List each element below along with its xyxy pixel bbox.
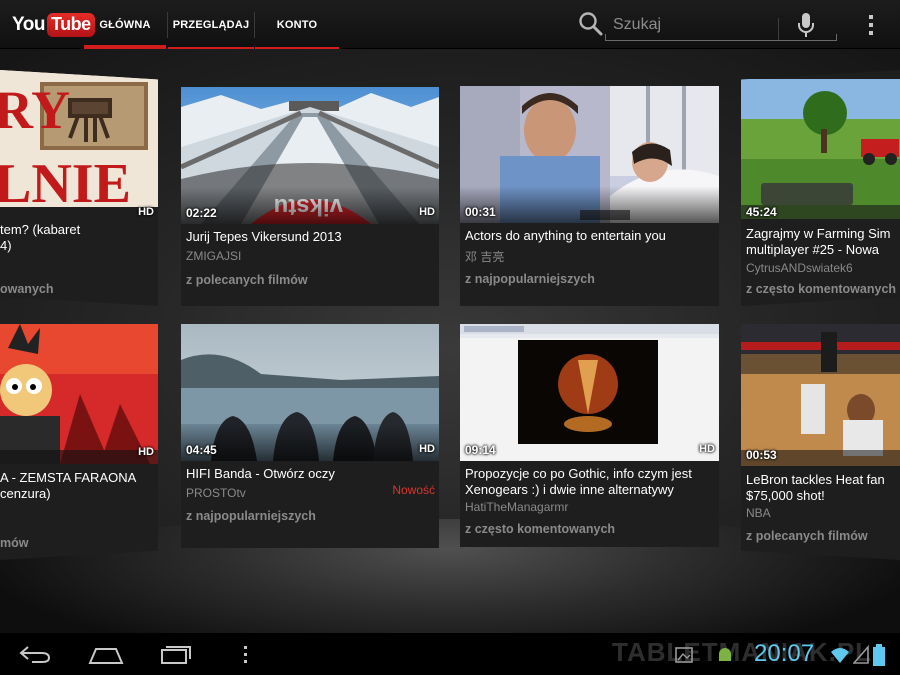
video-source: z często komentowanych — [746, 282, 897, 296]
video-title-line: $75,000 shot! — [746, 488, 825, 503]
hd-badge: HD — [419, 206, 435, 218]
video-carousel[interactable]: RY LNIE HD tem? (kabaret 4) owanych 02:2… — [0, 49, 900, 633]
tab-przegladaj[interactable]: PRZEGLĄDAJ — [168, 0, 254, 49]
video-source: z polecanych filmów — [186, 273, 308, 287]
action-bar: You Tube GŁÓWNA PRZEGLĄDAJ KONTO — [0, 0, 900, 49]
battery-icon — [873, 644, 885, 666]
video-card[interactable]: HD A - ZEMSTA FARAONA cenzura) mów — [0, 324, 158, 560]
status-clock: 20:07 — [754, 640, 815, 667]
video-card[interactable]: 00:53 LeBron tackles Heat fan $75,000 sh… — [741, 324, 900, 560]
video-source: z polecanych filmów — [746, 529, 868, 543]
video-title: Actors do anything to entertain you — [465, 228, 666, 243]
video-author: CytrusANDswiatek6 — [746, 261, 853, 275]
tab-label: PRZEGLĄDAJ — [172, 18, 250, 31]
signal-icon — [853, 645, 869, 664]
video-thumbnail: RY LNIE — [0, 70, 158, 207]
thumbnail-shade — [181, 187, 439, 224]
video-source: z najpopularniejszych — [186, 509, 316, 523]
video-author: ZMIGAJSI — [186, 249, 242, 263]
video-author: NBA — [746, 506, 771, 520]
thumbnail-shade — [181, 424, 439, 461]
search-icon[interactable] — [578, 11, 604, 37]
video-card[interactable]: 45:24 Zagrajmy w Farming Sim multiplayer… — [741, 70, 900, 306]
video-duration: 02:22 — [186, 206, 217, 220]
video-title: Jurij Tepes Vikersund 2013 — [186, 229, 342, 244]
thumbnail-image — [741, 79, 900, 219]
thumb-text: RY — [0, 80, 70, 140]
video-title-line: tem? (kabaret — [0, 222, 81, 237]
video-card[interactable]: 04:45 HD HIFI Banda - Otwórz oczy PROSTO… — [181, 324, 439, 548]
new-badge: Nowość — [392, 483, 435, 497]
recent-apps-icon[interactable] — [160, 643, 192, 665]
thumbnail-image — [0, 324, 158, 464]
video-title-line: multiplayer #25 - Nowa — [746, 242, 879, 257]
home-icon[interactable] — [88, 643, 124, 665]
overflow-menu-icon[interactable] — [866, 14, 876, 36]
video-title: Zagrajmy w Farming Sim multiplayer #25 -… — [746, 226, 896, 258]
tab-label: GŁÓWNA — [99, 18, 151, 31]
video-source: owanych — [0, 282, 54, 296]
video-duration: 04:45 — [186, 443, 217, 457]
video-author: HatiTheManagarmr — [465, 500, 569, 514]
search-field-tick — [836, 34, 837, 40]
video-card[interactable]: RY LNIE HD tem? (kabaret 4) owanych — [0, 70, 158, 306]
video-duration: 45:24 — [746, 205, 777, 219]
tab-label: KONTO — [276, 18, 318, 31]
video-title: LeBron tackles Heat fan $75,000 shot! — [746, 472, 896, 504]
video-title-line: 4) — [0, 238, 12, 253]
back-icon[interactable] — [18, 643, 52, 665]
wifi-icon — [831, 648, 849, 663]
thumbnail-image — [460, 324, 719, 461]
hd-badge: HD — [419, 443, 435, 455]
video-source: z często komentowanych — [465, 522, 616, 536]
video-title-line: Propozycje co po Gothic, info czym jest — [465, 466, 692, 481]
video-title-line: Xenogears :) i dwie inne alternatywy — [465, 482, 674, 497]
video-duration: 00:53 — [746, 448, 777, 462]
system-navigation-bar: TABLETMANIAK.PL 20:07 — [0, 633, 900, 675]
video-author: PROSTOtv — [186, 486, 246, 500]
search-field-tick — [605, 34, 606, 40]
search-input[interactable] — [613, 14, 773, 36]
video-source: z najpopularniejszych — [465, 272, 595, 286]
video-card[interactable]: 09:14 HD Propozycje co po Gothic, info c… — [460, 324, 719, 547]
android-notification-icon[interactable] — [716, 645, 734, 665]
video-thumbnail — [460, 324, 719, 461]
logo-you-text: You — [12, 14, 45, 35]
video-card[interactable]: 00:31 Actors do anything to entertain yo… — [460, 86, 719, 306]
video-thumbnail — [741, 324, 900, 466]
hd-badge: HD — [699, 443, 715, 455]
microphone-icon[interactable] — [796, 12, 816, 38]
video-author: 邓 吉亮 — [465, 250, 505, 264]
video-duration: 00:31 — [465, 205, 496, 219]
video-title-line: cenzura) — [0, 486, 51, 501]
video-title-line: LeBron tackles Heat fan — [746, 472, 885, 487]
mic-divider — [778, 18, 779, 40]
gallery-notification-icon[interactable] — [674, 645, 694, 665]
thumbnail-image — [741, 324, 900, 466]
thumbnail-image: RY LNIE — [0, 70, 158, 207]
hd-badge: HD — [138, 206, 154, 218]
video-title: Propozycje co po Gothic, info czym jest … — [465, 466, 715, 498]
video-thumbnail — [741, 79, 900, 219]
video-title-line: A - ZEMSTA FARAONA — [0, 470, 137, 485]
tab-glowna[interactable]: GŁÓWNA — [84, 0, 166, 49]
thumb-text: LNIE — [0, 153, 131, 207]
video-title: tem? (kabaret 4) — [0, 222, 154, 254]
video-duration: 09:14 — [465, 443, 496, 457]
video-title: HIFI Banda - Otwórz oczy — [186, 466, 335, 481]
video-source: mów — [0, 536, 29, 550]
thumbnail-shade — [460, 186, 719, 223]
video-card[interactable]: vikstu 02:22 HD Jurij Tepes Vikersund 20… — [181, 87, 439, 306]
video-thumbnail — [0, 324, 158, 464]
hd-badge: HD — [138, 446, 154, 458]
video-title-line: Zagrajmy w Farming Sim — [746, 226, 891, 241]
youtube-logo[interactable]: You Tube — [12, 12, 95, 38]
tab-konto[interactable]: KONTO — [255, 0, 339, 49]
menu-icon[interactable] — [242, 645, 250, 665]
video-title: A - ZEMSTA FARAONA cenzura) — [0, 470, 154, 502]
